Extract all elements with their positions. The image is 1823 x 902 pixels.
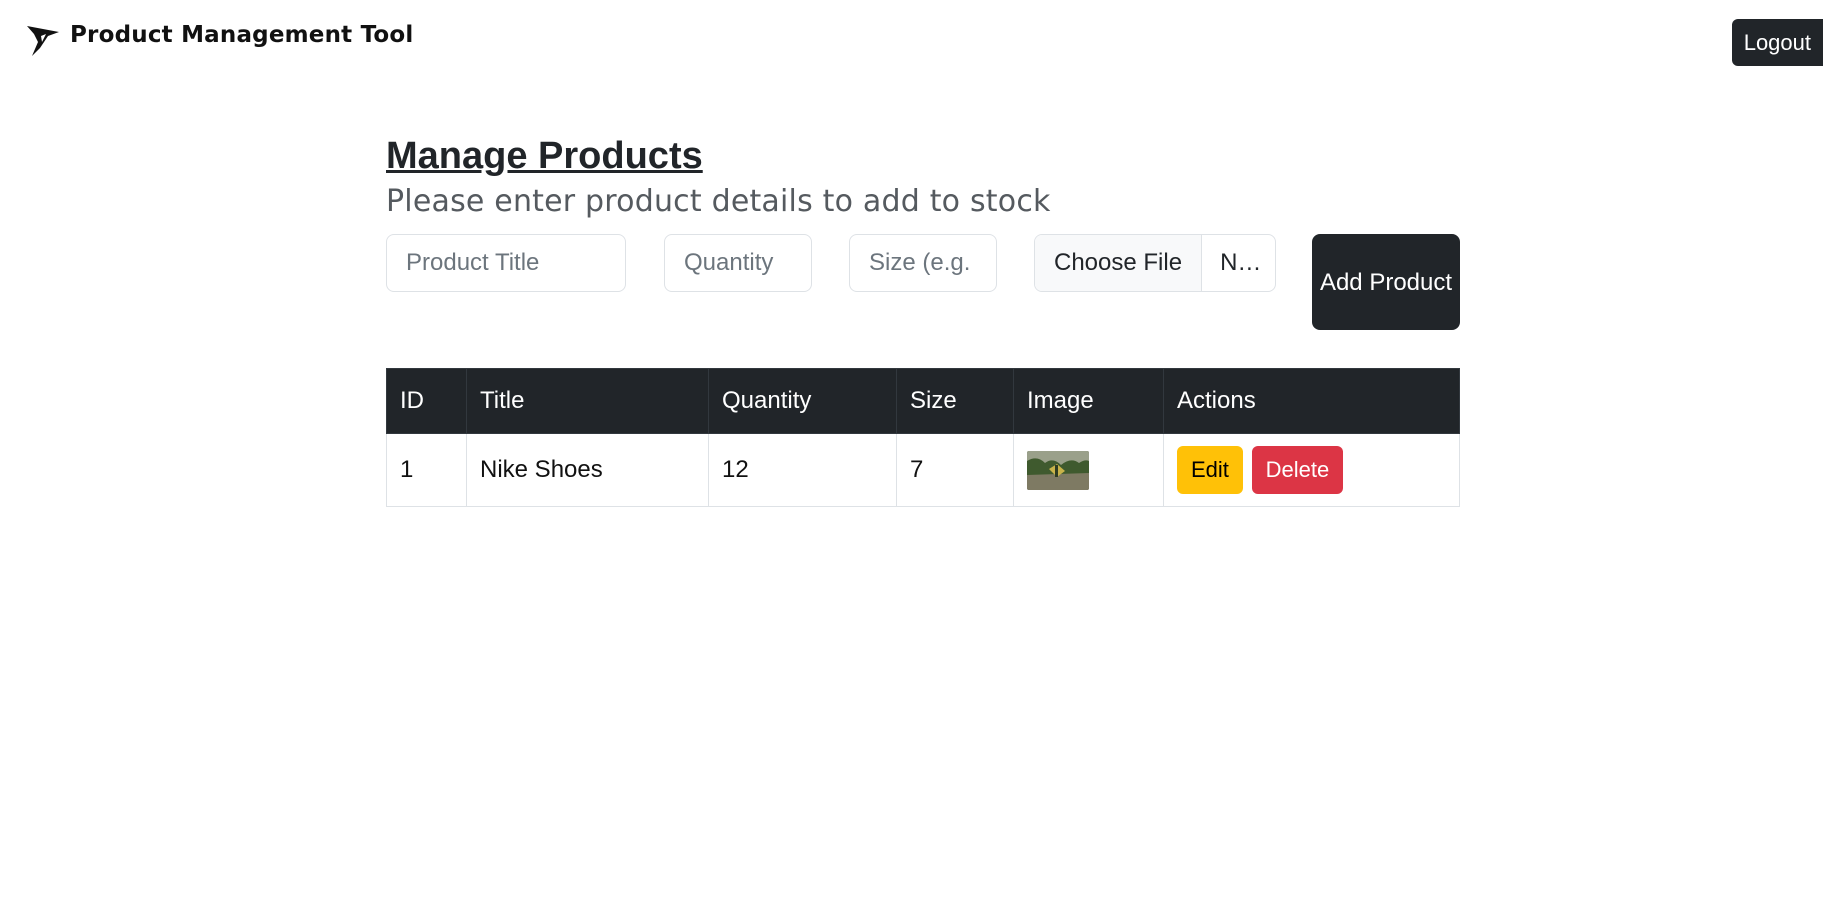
table-row: 1 Nike Shoes 12 7 Edit Delete xyxy=(386,433,1460,507)
product-title-input[interactable]: Product Title xyxy=(386,234,626,292)
cell-size: 7 xyxy=(896,433,1014,507)
products-table: ID Title Quantity Size Image Actions 1 N… xyxy=(386,368,1460,507)
brand-title: Product Management Tool xyxy=(70,22,414,48)
column-header-title: Title xyxy=(466,368,709,434)
image-file-input[interactable]: Choose File N… xyxy=(1034,234,1276,292)
page-subtitle: Please enter product details to add to s… xyxy=(386,184,1051,219)
column-header-actions: Actions xyxy=(1163,368,1460,434)
edit-button[interactable]: Edit xyxy=(1177,446,1243,494)
quantity-input[interactable]: Quantity xyxy=(664,234,812,292)
cell-quantity: 12 xyxy=(708,433,897,507)
delete-button[interactable]: Delete xyxy=(1251,446,1344,494)
bird-logo-icon xyxy=(27,26,59,56)
cell-image xyxy=(1013,433,1164,507)
navbar: Product Management Tool Logout xyxy=(0,0,1823,80)
page-title: Manage Products xyxy=(386,135,703,177)
add-product-form: Product Title Quantity Size (e.g. Choose… xyxy=(386,234,1460,330)
product-thumbnail-image xyxy=(1027,450,1089,490)
column-header-id: ID xyxy=(386,368,467,434)
add-product-button[interactable]: Add Product xyxy=(1312,234,1460,330)
file-name-label: N… xyxy=(1220,249,1262,276)
main-content: Manage Products Please enter product det… xyxy=(386,132,1460,507)
products-table-container: ID Title Quantity Size Image Actions 1 N… xyxy=(386,368,1460,507)
column-header-quantity: Quantity xyxy=(708,368,897,434)
logout-button[interactable]: Logout xyxy=(1731,19,1823,66)
cell-id: 1 xyxy=(386,433,467,507)
column-header-size: Size xyxy=(896,368,1014,434)
size-input[interactable]: Size (e.g. xyxy=(849,234,997,292)
choose-file-button[interactable]: Choose File xyxy=(1035,235,1203,291)
brand[interactable]: Product Management Tool xyxy=(26,18,414,58)
column-header-image: Image xyxy=(1013,368,1164,434)
cell-title: Nike Shoes xyxy=(466,433,709,507)
table-header-row: ID Title Quantity Size Image Actions xyxy=(386,368,1460,434)
cell-actions: Edit Delete xyxy=(1163,433,1460,507)
